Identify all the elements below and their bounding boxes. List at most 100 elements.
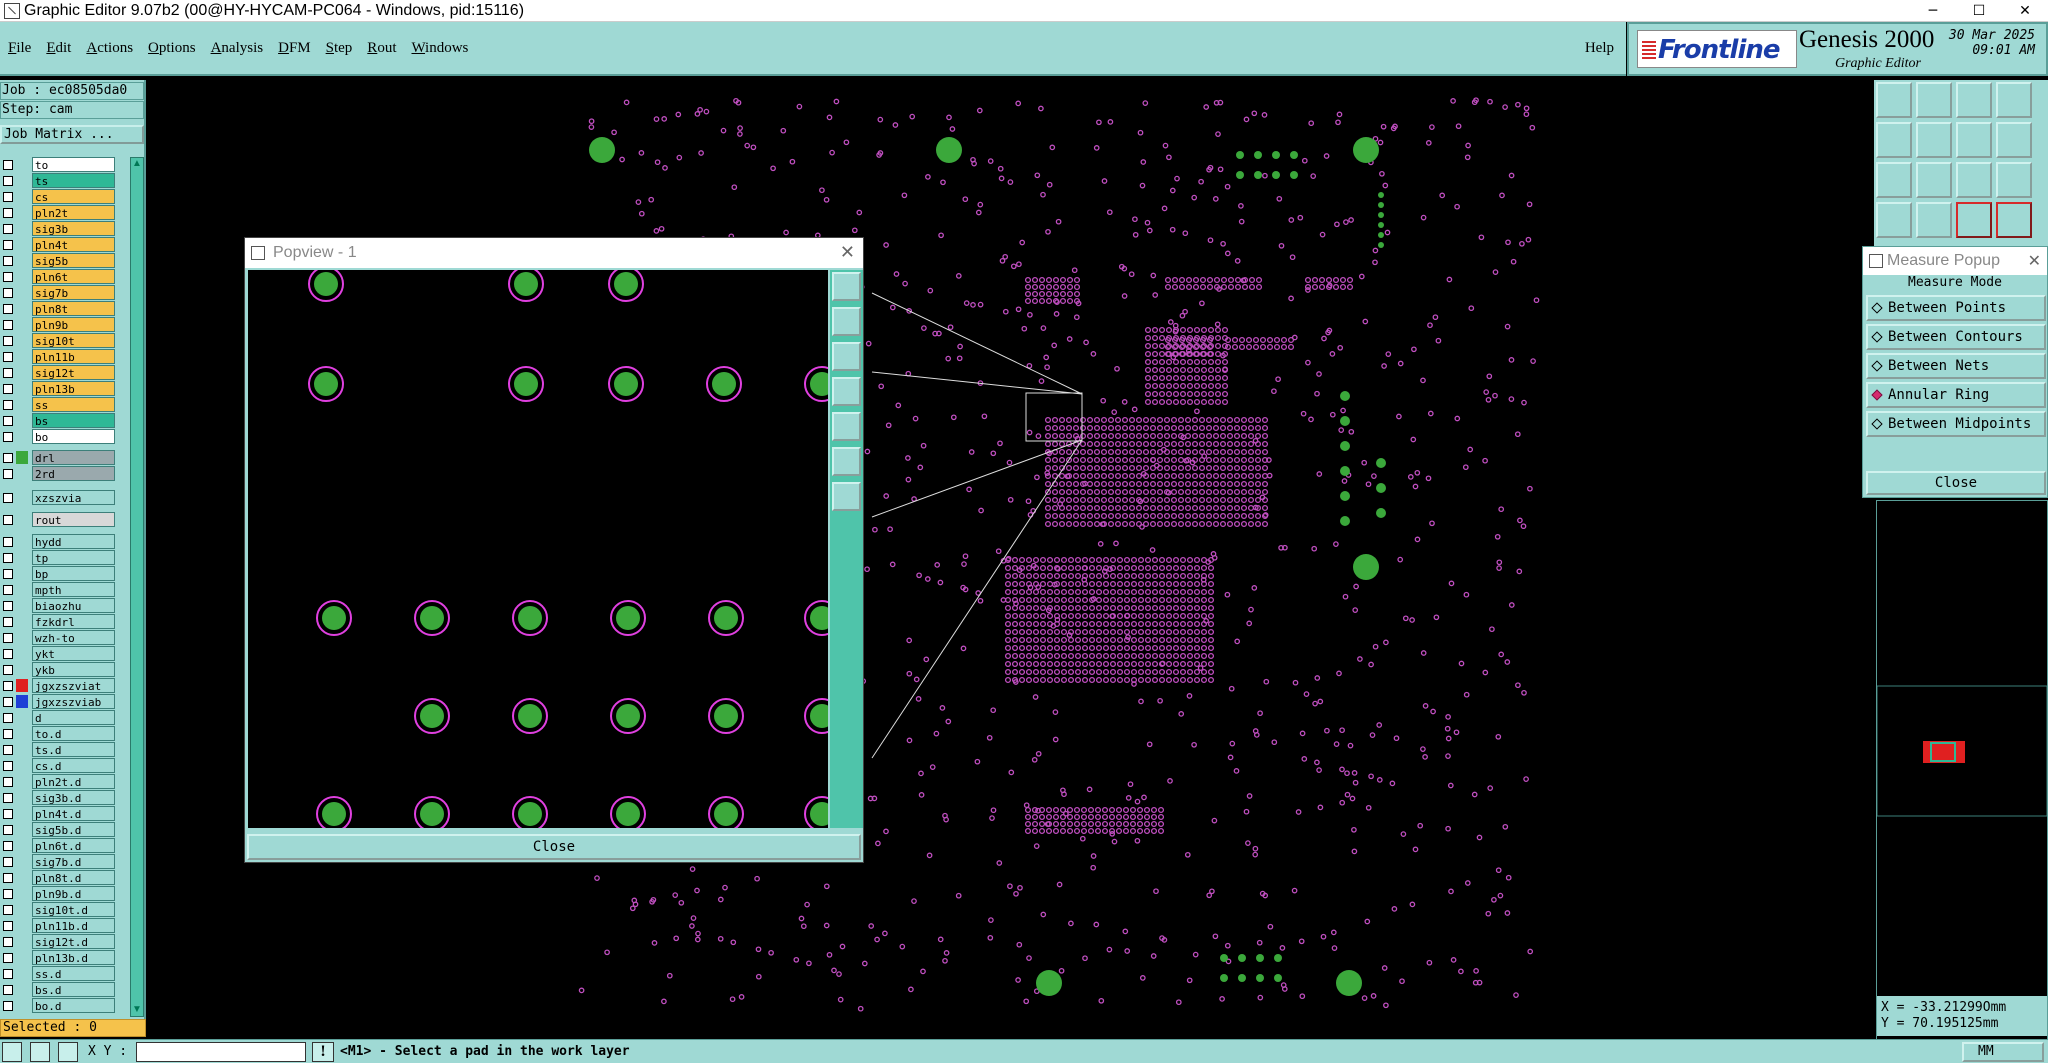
layer-row[interactable]: bo.d	[0, 998, 120, 1013]
layer-row[interactable]: pln9b	[0, 317, 120, 332]
layer-name[interactable]: d	[32, 710, 115, 725]
layer-checkbox[interactable]	[3, 384, 13, 394]
layer-row[interactable]: sig3b.d	[0, 790, 120, 805]
layer-name[interactable]: pln9b.d	[32, 886, 115, 901]
job-matrix-button[interactable]: Job Matrix ...	[0, 125, 144, 144]
layer-name[interactable]: pln8t	[32, 301, 115, 316]
menu-windows[interactable]: Windows	[411, 40, 468, 57]
layer-name[interactable]: pln13b	[32, 381, 115, 396]
layer-row[interactable]: drl	[0, 450, 120, 465]
pan-right-icon[interactable]	[1916, 122, 1952, 158]
layer-row[interactable]: pln4t.d	[0, 806, 120, 821]
layer-name[interactable]: wzh-to	[32, 630, 115, 645]
popview-pan-left-icon[interactable]	[832, 377, 861, 406]
layer-row[interactable]: pln13b.d	[0, 950, 120, 965]
popview-canvas[interactable]	[248, 270, 828, 828]
radio-icon[interactable]	[1871, 331, 1883, 343]
layer-checkbox[interactable]	[3, 729, 13, 739]
layer-name[interactable]: pln6t.d	[32, 838, 115, 853]
layer-checkbox[interactable]	[3, 617, 13, 627]
radio-selected-icon[interactable]	[1871, 389, 1883, 401]
layer-row[interactable]: ss.d	[0, 966, 120, 981]
layer-name[interactable]: ykb	[32, 662, 115, 677]
measure-mode-option[interactable]: Annular Ring	[1866, 382, 2046, 408]
layer-checkbox[interactable]	[3, 889, 13, 899]
layer-row[interactable]: pln6t	[0, 269, 120, 284]
layer-name[interactable]: pln11b.d	[32, 918, 115, 933]
layer-name[interactable]: sig10t.d	[32, 902, 115, 917]
layer-row[interactable]: bp	[0, 566, 120, 581]
layer-tool-icon[interactable]	[1876, 202, 1912, 238]
layer-checkbox[interactable]	[3, 969, 13, 979]
layer-checkbox[interactable]	[3, 304, 13, 314]
layer-name[interactable]: sig7b	[32, 285, 115, 300]
layer-name[interactable]: hydd	[32, 534, 115, 549]
menu-step[interactable]: Step	[326, 40, 353, 57]
layer-checkbox[interactable]	[3, 633, 13, 643]
pan-left-icon[interactable]	[1876, 122, 1912, 158]
layer-name[interactable]: pln2t	[32, 205, 115, 220]
layer-name[interactable]: to.d	[32, 726, 115, 741]
home-icon[interactable]	[1956, 82, 1992, 118]
layer-checkbox[interactable]	[3, 777, 13, 787]
layer-checkbox[interactable]	[3, 985, 13, 995]
layer-name[interactable]: cs.d	[32, 758, 115, 773]
popview-zoom-fit-icon[interactable]	[832, 447, 861, 476]
units-selector[interactable]: MM	[1962, 1042, 2044, 1062]
layer-checkbox[interactable]	[3, 400, 13, 410]
layer-checkbox[interactable]	[3, 336, 13, 346]
layer-checkbox[interactable]	[3, 937, 13, 947]
layer-name[interactable]: bs	[32, 413, 115, 428]
layer-name[interactable]: sig12t.d	[32, 934, 115, 949]
layer-name[interactable]: to	[32, 157, 115, 172]
layer-row[interactable]: ykt	[0, 646, 120, 661]
message-icon[interactable]: !	[312, 1042, 334, 1062]
layer-row[interactable]: bs.d	[0, 982, 120, 997]
layer-row[interactable]: sig10t	[0, 333, 120, 348]
layer-name[interactable]: fzkdrl	[32, 614, 115, 629]
layer-name[interactable]: sig5b	[32, 253, 115, 268]
layer-name[interactable]: jgxzszviat	[32, 678, 115, 693]
menu-help[interactable]: Help	[1585, 40, 1614, 57]
layer-name[interactable]: tp	[32, 550, 115, 565]
layer-row[interactable]: pln2t	[0, 205, 120, 220]
popview-zoom-home-icon[interactable]	[832, 482, 861, 511]
layer-name[interactable]: pln9b	[32, 317, 115, 332]
layer-row[interactable]: rout	[0, 512, 120, 527]
layer-checkbox[interactable]	[3, 905, 13, 915]
layer-row[interactable]: pln13b	[0, 381, 120, 396]
redraw-icon[interactable]	[1956, 122, 1992, 158]
layer-row[interactable]: biaozhu	[0, 598, 120, 613]
layer-row[interactable]: pln2t.d	[0, 774, 120, 789]
layer-row[interactable]: sig10t.d	[0, 902, 120, 917]
snap-icon[interactable]	[1996, 122, 2032, 158]
layer-checkbox[interactable]	[3, 352, 13, 362]
layer-name[interactable]: bp	[32, 566, 115, 581]
layer-name[interactable]: sig3b	[32, 221, 115, 236]
layer-name[interactable]: mpth	[32, 582, 115, 597]
layer-checkbox[interactable]	[3, 453, 13, 463]
measure-mode-option[interactable]: Between Contours	[1866, 324, 2046, 350]
layer-checkbox[interactable]	[3, 256, 13, 266]
zoom-in-icon[interactable]	[1876, 82, 1912, 118]
layer-checkbox[interactable]	[3, 793, 13, 803]
layer-checkbox[interactable]	[3, 745, 13, 755]
overview-map[interactable]	[1876, 501, 2048, 991]
layer-row[interactable]: to	[0, 157, 120, 172]
layer-name[interactable]: ts.d	[32, 742, 115, 757]
layer-row[interactable]: sig12t.d	[0, 934, 120, 949]
layer-checkbox[interactable]	[3, 224, 13, 234]
select-mode-icon[interactable]	[2, 1042, 22, 1062]
popview-zoom-window-icon[interactable]	[832, 272, 861, 301]
menu-dfm[interactable]: DFM	[278, 40, 311, 57]
measure-mode-option[interactable]: Between Midpoints	[1866, 411, 2046, 437]
layer-checkbox[interactable]	[3, 761, 13, 771]
layer-row[interactable]: fzkdrl	[0, 614, 120, 629]
layer-name[interactable]: sig12t	[32, 365, 115, 380]
layer-row[interactable]: xzszvia	[0, 490, 120, 505]
measure-close-icon[interactable]: ✕	[2028, 247, 2041, 275]
layer-name[interactable]: 2rd	[32, 466, 115, 481]
layer-row[interactable]: sig7b	[0, 285, 120, 300]
layer-row[interactable]: ss	[0, 397, 120, 412]
layer-row[interactable]: sig5b.d	[0, 822, 120, 837]
